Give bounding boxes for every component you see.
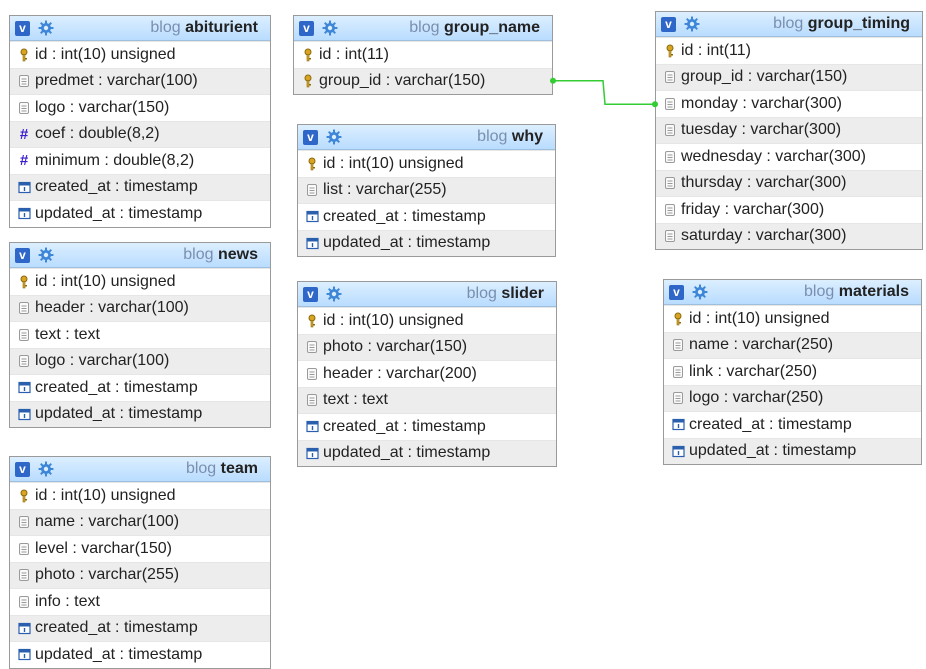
- relation-endpoint: [550, 77, 556, 84]
- relation-endpoint: [652, 101, 658, 108]
- relation-lines: [550, 77, 658, 108]
- relation-line[interactable]: [553, 80, 655, 105]
